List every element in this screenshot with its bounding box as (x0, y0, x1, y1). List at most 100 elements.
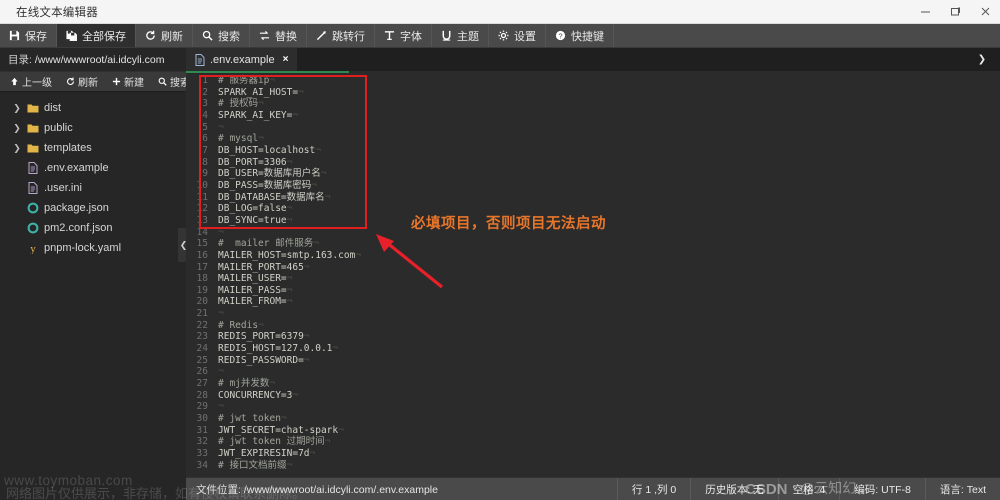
code-line: DB_USER=数据库用户名¬ (218, 168, 327, 180)
action-label: 刷新 (78, 78, 98, 89)
code-line: SPARK_AI_HOST=¬ (218, 86, 304, 98)
line-number: 32 (196, 436, 208, 448)
tree-item-templates[interactable]: ❯ templates (0, 138, 186, 158)
tree-item-package-json[interactable]: ❯ package.json (0, 198, 186, 218)
toolbar-label: 跳转行 (332, 30, 365, 43)
code-line: ¬ (218, 366, 224, 378)
search-icon (158, 77, 167, 86)
tree-item-label: public (44, 122, 73, 134)
action-label: 上一级 (22, 78, 52, 89)
code-line: # 授权码¬ (218, 98, 264, 110)
code-line: # mj并发数¬ (218, 378, 276, 390)
line-number: 8 (202, 156, 208, 168)
tree-item-pm2-conf-json[interactable]: ❯ pm2.conf.json (0, 218, 186, 238)
refresh-dir-button[interactable]: 刷新 (60, 72, 104, 91)
svg-text:y: y (30, 243, 36, 254)
watermark-csdn: CSDN (745, 481, 788, 498)
toolbar-label: 搜索 (218, 30, 240, 43)
toolbar-font-button[interactable]: 字体 (375, 24, 432, 47)
toolbar-refresh-button[interactable]: 刷新 (136, 24, 193, 47)
close-icon[interactable] (970, 0, 1000, 24)
action-label: 新建 (124, 78, 144, 89)
line-number: 34 (196, 459, 208, 471)
toolbar-label: 快捷键 (571, 30, 604, 43)
line-number: 15 (196, 238, 208, 250)
toolbar-save-all-button[interactable]: 全部保存 (57, 24, 136, 47)
font-icon (384, 30, 396, 42)
new-file-button[interactable]: 新建 (106, 72, 150, 91)
line-number: 30 (196, 413, 208, 425)
editor-tabbar: .env.example × ❯ (186, 48, 1000, 71)
code-line: DB_PORT=3306¬ (218, 156, 293, 168)
toolbar-replace-button[interactable]: 替换 (250, 24, 307, 47)
line-number: 20 (196, 296, 208, 308)
code-line: MAILER_FROM=¬ (218, 296, 293, 308)
tree-item-label: pnpm-lock.yaml (44, 242, 122, 254)
refresh-icon (145, 30, 157, 42)
tree-item-label: templates (44, 142, 92, 154)
file-icon (24, 182, 42, 194)
code-line: ¬ (218, 226, 224, 238)
line-number: 26 (196, 366, 208, 378)
tree-item-env-example[interactable]: ❯ .env.example (0, 158, 186, 178)
directory-path-bar: 目录: /www/wwwroot/ai.idcyli.com (0, 48, 186, 71)
code-line: MAILER_USER=¬ (218, 273, 293, 285)
line-number: 21 (196, 308, 208, 320)
tree-item-public[interactable]: ❯ public (0, 118, 186, 138)
line-number: 5 (202, 121, 208, 133)
maximize-icon[interactable] (940, 0, 970, 24)
toolbar-goto-line-button[interactable]: 跳转行 (307, 24, 375, 47)
line-number: 18 (196, 273, 208, 285)
code-line: MAILER_PORT=465¬ (218, 261, 310, 273)
toolbar-theme-button[interactable]: 主题 (432, 24, 489, 47)
file-icon (24, 162, 42, 174)
code-content[interactable]: # 服务器ip¬ SPARK_AI_HOST=¬ # 授权码¬ SPARK_AI_KE… (212, 73, 1000, 477)
code-line: ¬ (218, 121, 224, 133)
code-line: # jwt token¬ (218, 413, 287, 425)
tree-item-pnpm-lock-yaml[interactable]: ❯ y pnpm-lock.yaml (0, 238, 186, 258)
theme-icon (441, 30, 453, 42)
svg-text:?: ? (558, 31, 562, 40)
code-line: ¬ (218, 308, 224, 320)
chevron-right-icon: ❯ (13, 142, 21, 153)
json-file-icon (24, 202, 42, 214)
toolbar-label: 主题 (457, 30, 479, 43)
code-line: # mysql¬ (218, 133, 264, 145)
yaml-file-icon: y (24, 242, 42, 254)
toolbar-label: 替换 (275, 30, 297, 43)
toolbar-label: 保存 (25, 30, 47, 43)
code-editor-area[interactable]: 1 2 3 4 5 6 7 8 9 10 11 12 13 14 15 16 17 18 19 20 21 22 23 24 2… (186, 73, 1000, 477)
close-icon[interactable]: × (283, 54, 289, 65)
line-number: 1 (202, 75, 208, 86)
tab-env-example[interactable]: .env.example × (186, 48, 298, 71)
replace-icon (259, 30, 271, 42)
window-controls (910, 0, 1000, 24)
toolbar-search-button[interactable]: 搜索 (193, 24, 250, 47)
help-icon: ? (555, 30, 567, 42)
line-number: 29 (196, 401, 208, 413)
code-line: DB_HOST=localhost¬ (218, 144, 321, 156)
tree-item-user-ini[interactable]: ❯ .user.ini (0, 178, 186, 198)
minimize-icon[interactable] (910, 0, 940, 24)
toolbar-label: 字体 (400, 30, 422, 43)
window-titlebar: 在线文本编辑器 (0, 0, 1000, 24)
toolbar-filler (614, 24, 1000, 47)
status-cursor-position[interactable]: 行 1 ,列 0 (616, 477, 690, 500)
folder-icon (24, 103, 42, 114)
line-number: 25 (196, 354, 208, 366)
code-line: SPARK_AI_KEY=¬ (218, 109, 299, 121)
code-line: # 服务器ip¬ (218, 75, 276, 86)
code-line: CONCURRENCY=3¬ (218, 389, 299, 401)
code-line: # Redis¬ (218, 319, 264, 331)
search-icon (202, 30, 214, 42)
toolbar-settings-button[interactable]: 设置 (489, 24, 546, 47)
status-language[interactable]: 语言: Text (924, 477, 1000, 500)
goto-line-icon (316, 30, 328, 42)
toolbar-shortcuts-button[interactable]: ? 快捷键 (546, 24, 614, 47)
parent-dir-button[interactable]: 上一级 (4, 72, 58, 91)
tree-item-label: pm2.conf.json (44, 222, 113, 234)
tree-item-dist[interactable]: ❯ dist (0, 98, 186, 118)
chevron-down-icon[interactable]: ❯ (964, 48, 1000, 71)
chevron-right-icon: ❯ (13, 122, 21, 133)
toolbar-save-button[interactable]: 保存 (0, 24, 57, 47)
